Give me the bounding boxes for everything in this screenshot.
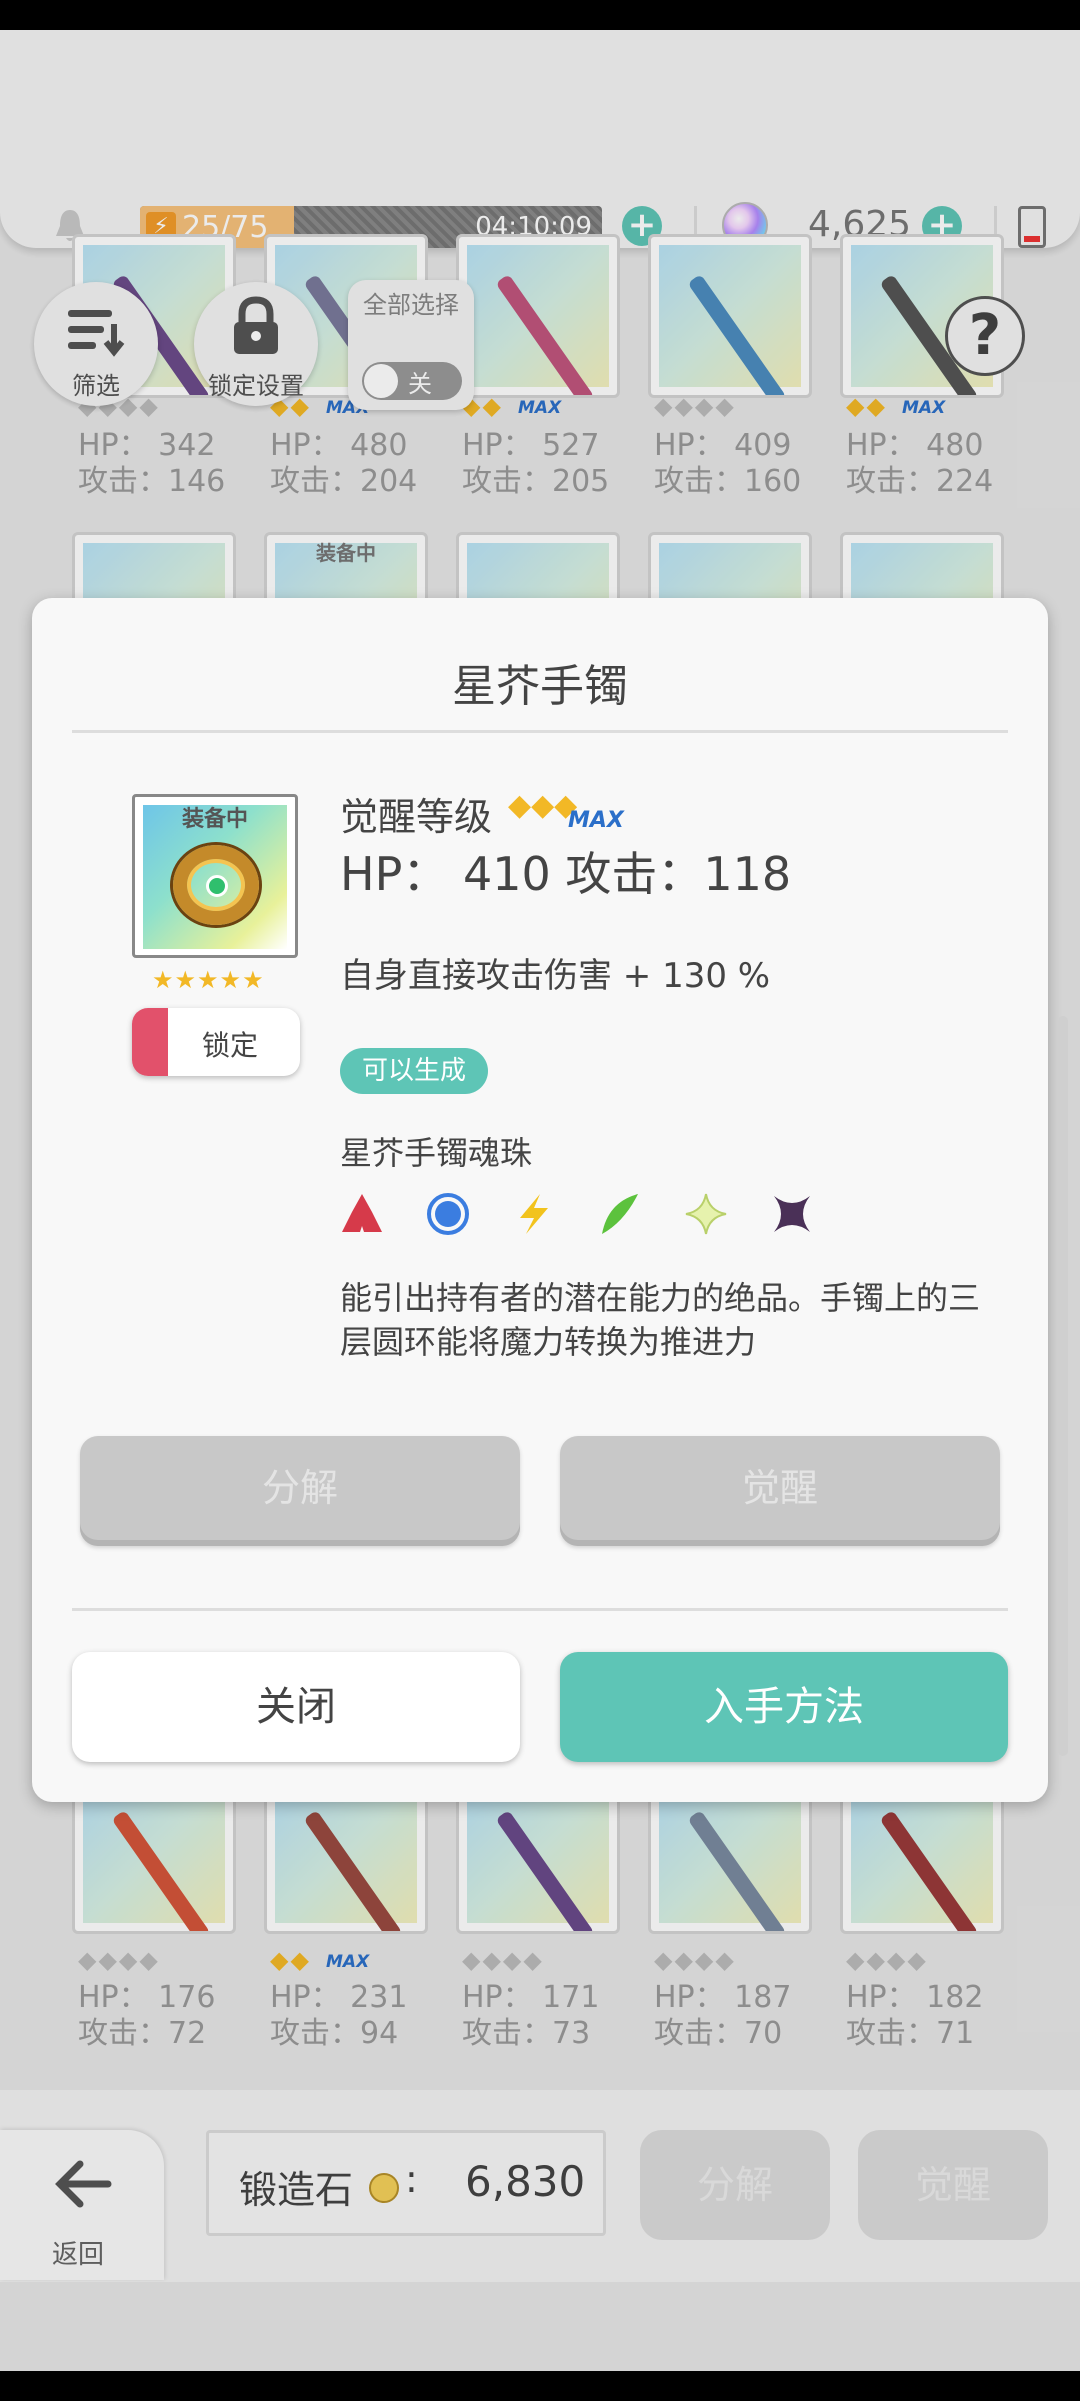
craftable-badge: 可以生成	[340, 1048, 489, 1094]
lock-label: 锁定	[202, 1029, 259, 1062]
fire-element-icon	[342, 1194, 382, 1232]
divider	[72, 730, 1008, 733]
item-detail-dialog: 星芥手镯 装备中 ★★★★★ 锁定 觉醒等级 ◆◆◆ MAX HP： 410 攻…	[32, 598, 1048, 1802]
item-description: 能引出持有者的潜在能力的绝品。手镯上的三层圆环能将魔力转换为推进力	[340, 1279, 981, 1361]
effect-text: 自身直接攻击伤害 + 130 %	[340, 956, 771, 996]
lock-toggle[interactable]: 锁定	[132, 1008, 300, 1076]
dialog-title: 星芥手镯	[452, 661, 628, 712]
awaken-level-label: 觉醒等级	[340, 795, 493, 839]
equipped-badge: 装备中	[181, 807, 248, 832]
divider	[72, 1608, 1008, 1611]
awaken-button[interactable]: 觉醒	[560, 1436, 1000, 1546]
soul-orb-name: 星芥手镯魂珠	[340, 1134, 533, 1172]
item-icon-frame: 装备中	[132, 794, 298, 958]
status-bar	[0, 0, 1080, 30]
navigation-bar	[0, 2371, 1080, 2401]
water-element-icon	[427, 1193, 469, 1235]
acquire-method-button[interactable]: 入手方法	[560, 1652, 1008, 1762]
decompose-button[interactable]: 分解	[80, 1436, 520, 1546]
bracelet-gem	[206, 875, 228, 897]
thunder-element-icon	[520, 1194, 548, 1234]
lock-toggle-handle	[132, 1008, 168, 1076]
awaken-max-badge: MAX	[568, 808, 624, 833]
awaken-stars: ◆◆◆	[508, 788, 578, 823]
dark-element-icon	[774, 1196, 810, 1232]
close-button[interactable]: 关闭	[72, 1652, 520, 1762]
scrollbar[interactable]	[1058, 1016, 1068, 1756]
stat-line: HP： 410 攻击：118	[340, 847, 792, 901]
rarity-stars: ★★★★★	[152, 966, 265, 994]
light-element-icon	[685, 1193, 727, 1235]
wind-element-icon	[602, 1194, 638, 1234]
